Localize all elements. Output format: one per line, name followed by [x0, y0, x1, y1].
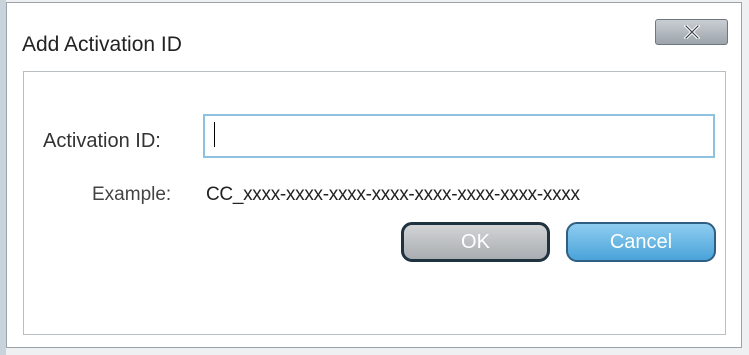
example-label: Example:	[92, 184, 172, 205]
add-activation-id-dialog: Add Activation ID Activation ID: Example…	[6, 2, 742, 348]
cancel-button[interactable]: Cancel	[566, 222, 716, 262]
example-value: CC_xxxx-xxxx-xxxx-xxxx-xxxx-xxxx-xxxx-xx…	[206, 184, 580, 205]
cancel-button-label: Cancel	[609, 230, 673, 253]
screen: Add Activation ID Activation ID: Example…	[0, 0, 749, 355]
dialog-titlebar: Add Activation ID	[7, 3, 741, 71]
text-caret	[214, 122, 215, 147]
dialog-content-panel: Activation ID: Example: CC_xxxx-xxxx-xxx…	[23, 71, 726, 335]
ok-button-label: OK	[461, 230, 490, 253]
dialog-title: Add Activation ID	[22, 33, 182, 56]
ok-button[interactable]: OK	[401, 222, 550, 262]
close-x-icon	[683, 25, 700, 39]
close-button[interactable]	[655, 19, 728, 45]
activation-id-input[interactable]	[203, 114, 715, 158]
activation-id-label: Activation ID:	[43, 130, 161, 152]
